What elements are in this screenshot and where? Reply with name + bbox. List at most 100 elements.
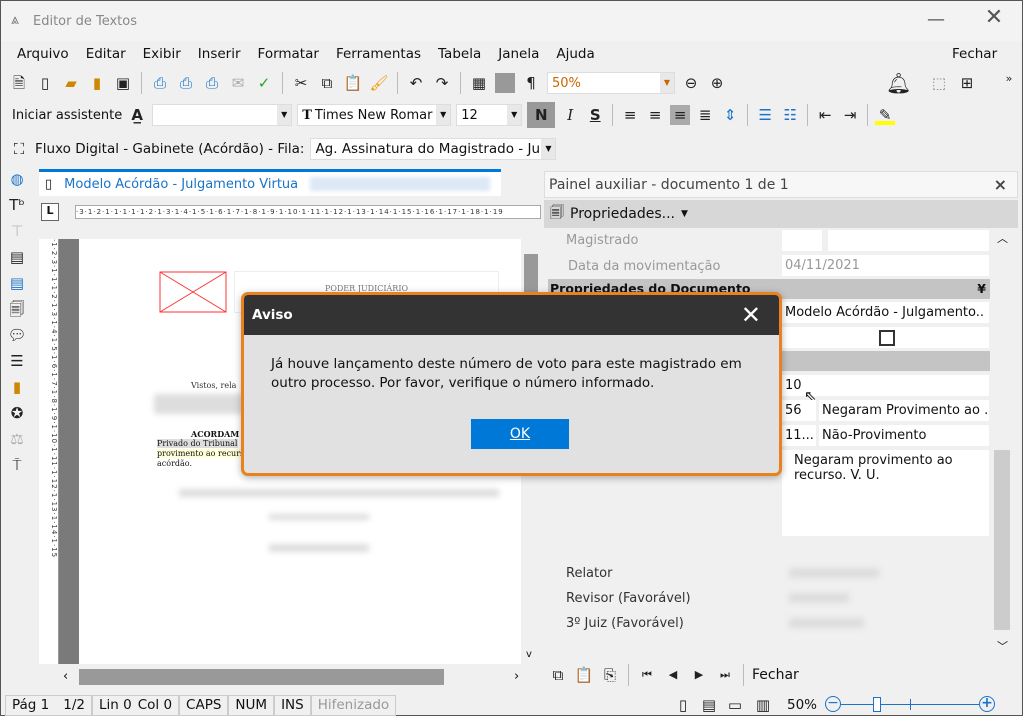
print-icon[interactable]: ⎙: [150, 73, 170, 93]
stamp-icon[interactable]: ⚖: [7, 429, 27, 449]
new-from-template-icon[interactable]: 🗎: [9, 73, 29, 93]
overflow-icon[interactable]: »: [999, 69, 1019, 89]
zoom-out-button[interactable]: −: [825, 696, 841, 712]
web-layout-icon[interactable]: ▭: [725, 695, 745, 715]
zoom-in-button[interactable]: +: [979, 696, 995, 712]
document-view-icon[interactable]: 🗐: [7, 299, 27, 319]
underline-button[interactable]: S: [585, 105, 605, 125]
panel-scrollbar[interactable]: ︿ ﹀: [991, 228, 1013, 658]
format-painter-icon[interactable]: 🖌: [369, 73, 389, 93]
save-icon[interactable]: ▣: [113, 73, 133, 93]
ok-button[interactable]: OK: [471, 419, 569, 449]
undo-icon[interactable]: ↶: [406, 73, 426, 93]
zoom-slider-thumb[interactable]: [873, 697, 881, 712]
menu-arquivo[interactable]: Arquivo: [17, 46, 69, 62]
highlight-icon[interactable]: ✎: [875, 105, 896, 125]
table-icon[interactable]: ▦: [469, 73, 489, 93]
horizontal-ruler[interactable]: L ·3·1·2·1·1·1·1·1·2·1·3·1·4·1·5·1·6·1·7…: [39, 200, 541, 224]
menu-tabela[interactable]: Tabela: [438, 46, 481, 62]
align-right-icon[interactable]: ≡: [670, 105, 691, 125]
last-page-icon[interactable]: ⏭: [715, 665, 735, 685]
zoom-combo[interactable]: 50% ▼: [547, 72, 675, 94]
paste-icon[interactable]: 📋: [343, 73, 363, 93]
close-window-button[interactable]: ✕: [979, 5, 1009, 30]
open-recent-icon[interactable]: ▮: [87, 73, 107, 93]
table-borders-icon[interactable]: ⬚: [929, 73, 949, 93]
result-code[interactable]: 11...: [782, 425, 816, 446]
result-description[interactable]: Não-Provimento: [819, 425, 989, 446]
align-left-icon[interactable]: ≡: [620, 105, 640, 125]
menu-exibir[interactable]: Exibir: [143, 46, 181, 62]
print-layout-icon[interactable]: ▤: [699, 695, 719, 715]
menu-fechar[interactable]: Fechar: [952, 46, 997, 62]
justify-icon[interactable]: ≣: [695, 105, 715, 125]
menu-editar[interactable]: Editar: [86, 46, 126, 62]
queue-combo[interactable]: Ag. Assinatura do Magistrado - Jul ▼: [310, 138, 557, 160]
field-icon[interactable]: ⊤: [7, 221, 27, 241]
previous-icon[interactable]: ◀: [663, 665, 683, 685]
menu-janela[interactable]: Janela: [498, 46, 539, 62]
checkbox-field[interactable]: [782, 327, 989, 348]
minimize-button[interactable]: —: [921, 9, 951, 30]
first-page-icon[interactable]: ⏮: [637, 665, 657, 685]
bullet-list-icon[interactable]: ☰: [755, 105, 775, 125]
numbered-list-icon[interactable]: ☷: [780, 105, 800, 125]
tab-document[interactable]: ▯ Modelo Acórdão - Julgamento Virtua: [39, 169, 501, 196]
checkbox[interactable]: [879, 329, 895, 346]
multi-page-icon[interactable]: ▥: [753, 695, 773, 715]
font-size-combo[interactable]: 12 ▼: [456, 104, 523, 126]
menu-ajuda[interactable]: Ajuda: [556, 46, 594, 62]
zoom-slider[interactable]: − +: [825, 696, 995, 714]
attach-icon[interactable]: ⎘: [600, 665, 620, 685]
line-spacing-icon[interactable]: ⇕: [720, 105, 740, 125]
properties-menu-button[interactable]: Propriedades...: [570, 206, 675, 222]
font-combo[interactable]: T Times New Romar ▼: [297, 104, 452, 126]
panel-close-button[interactable]: ×: [994, 175, 1007, 194]
menu-ferramentas[interactable]: Ferramentas: [336, 46, 421, 62]
zoom-out-icon[interactable]: ⊖: [681, 73, 701, 93]
decision-code[interactable]: 56: [782, 400, 816, 421]
menu-inserir[interactable]: Inserir: [198, 46, 241, 62]
style-combo[interactable]: ▼: [152, 104, 293, 126]
certificate-icon[interactable]: ✪: [7, 403, 27, 423]
menu-formatar[interactable]: Formatar: [258, 46, 319, 62]
copy-icon[interactable]: ⧉: [548, 665, 568, 685]
decision-description[interactable]: Negaram Provimento ao ...: [819, 400, 989, 421]
pilcrow-icon[interactable]: ¶: [521, 73, 541, 93]
paste-icon[interactable]: 📋: [574, 665, 594, 685]
panel-fechar-button[interactable]: Fechar: [752, 667, 799, 683]
new-document-icon[interactable]: ▯: [35, 73, 55, 93]
start-assistant-button[interactable]: Iniciar assistente: [12, 108, 122, 123]
paint-icon[interactable]: ⍑: [7, 455, 27, 475]
open-folder-icon[interactable]: ▰: [61, 73, 81, 93]
bookmark-icon[interactable]: ▮: [7, 377, 27, 397]
increase-indent-icon[interactable]: ⇥: [840, 105, 860, 125]
cut-icon[interactable]: ✂: [291, 73, 311, 93]
table-grid-icon[interactable]: ⊞: [957, 73, 977, 93]
copy-icon[interactable]: ⧉: [317, 73, 337, 93]
next-icon[interactable]: ▶: [689, 665, 709, 685]
redo-icon[interactable]: ↷: [432, 73, 452, 93]
italic-button[interactable]: I: [560, 105, 580, 125]
spellcheck-icon[interactable]: ✓: [254, 73, 274, 93]
document-horizontal-scrollbar[interactable]: ‹ ›: [59, 666, 541, 688]
zoom-in-icon[interactable]: ⊕: [707, 73, 727, 93]
dialog-close-button[interactable]: ✕: [741, 301, 761, 329]
form-blue-icon[interactable]: ▤: [7, 273, 27, 293]
comment-icon[interactable]: 💬︎: [7, 325, 27, 345]
form-icon[interactable]: ▤: [7, 247, 27, 267]
print-setup-icon[interactable]: ⎙: [202, 73, 222, 93]
list-icon[interactable]: ☰: [7, 351, 27, 371]
decision-text-area[interactable]: Negaram provimento ao recurso. V. U.: [782, 450, 989, 536]
text-tool-icon[interactable]: Tᵇ: [7, 195, 27, 215]
align-center-icon[interactable]: ≡: [645, 105, 665, 125]
tab-stop-icon[interactable]: L: [41, 203, 59, 221]
email-icon[interactable]: ✉: [228, 73, 248, 93]
print-preview-icon[interactable]: ⎙: [176, 73, 196, 93]
grid-toggle-icon[interactable]: [495, 73, 515, 93]
bold-button[interactable]: N: [527, 102, 556, 128]
bell-icon[interactable]: 🔔︎: [886, 73, 911, 93]
page-view-icon[interactable]: ▯: [673, 695, 693, 715]
model-value[interactable]: Modelo Acórdão - Julgamento..: [782, 302, 989, 323]
info-icon[interactable]: ◍: [7, 169, 27, 189]
